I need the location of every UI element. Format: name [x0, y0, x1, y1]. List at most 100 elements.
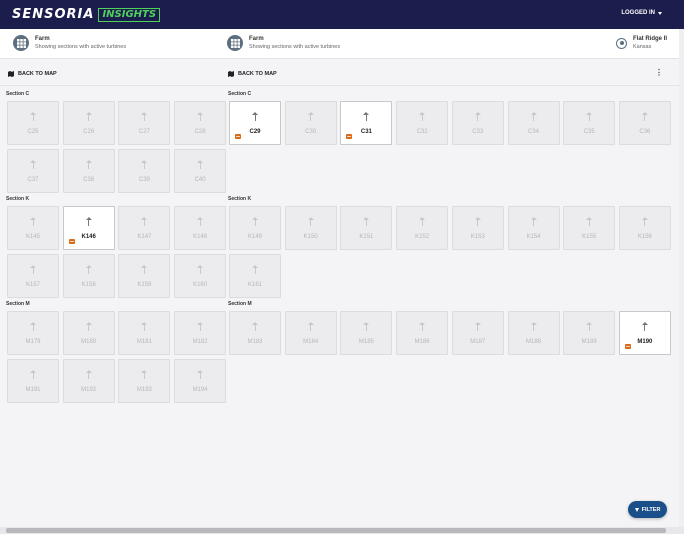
turbine-tile-m182[interactable]: M182: [174, 311, 227, 355]
turbine-tile-k151[interactable]: K151: [340, 206, 393, 250]
turbine-tile-c25[interactable]: C25: [7, 101, 59, 145]
farm-info-left: Farm Showing sections with active turbin…: [13, 35, 126, 51]
chevron-down-icon: [658, 11, 662, 15]
wind-turbine-icon: [141, 159, 148, 169]
turbine-tile-k161[interactable]: K161: [229, 254, 281, 298]
turbine-tile-c29[interactable]: C29: [229, 101, 281, 145]
map-icon: [8, 71, 14, 77]
wind-turbine-icon: [197, 216, 204, 226]
wind-turbine-icon: [197, 264, 204, 274]
filter-label: FILTER: [641, 506, 661, 513]
turbine-id-label: K148: [193, 234, 208, 240]
vertical-scrollbar[interactable]: [679, 29, 684, 527]
turbine-id-label: C37: [27, 177, 39, 183]
divider: [0, 85, 684, 86]
turbine-id-label: M184: [303, 339, 319, 345]
section-label: Section C: [228, 91, 252, 97]
turbine-tile-k155[interactable]: K155: [563, 206, 616, 250]
turbine-tile-m186[interactable]: M186: [396, 311, 449, 355]
turbine-tile-m180[interactable]: M180: [62, 311, 115, 355]
brand-logo[interactable]: SENSORIA INSIGHTS: [12, 7, 161, 22]
turbine-tile-c38[interactable]: C38: [62, 149, 115, 193]
turbine-tile-c30[interactable]: C30: [284, 101, 337, 145]
turbine-tile-k145[interactable]: K145: [7, 206, 59, 250]
wind-turbine-icon: [197, 159, 204, 169]
turbine-tile-k149[interactable]: K149: [229, 206, 281, 250]
turbine-tile-c28[interactable]: C28: [174, 101, 227, 145]
turbine-id-label: K147: [137, 234, 152, 240]
turbine-tile-k160[interactable]: K160: [174, 254, 227, 298]
turbine-tile-m188[interactable]: M188: [507, 311, 560, 355]
turbine-tile-m193[interactable]: M193: [118, 359, 171, 403]
turbine-tile-m192[interactable]: M192: [62, 359, 115, 403]
turbine-tile-c35[interactable]: C35: [563, 101, 616, 145]
turbine-id-label: K149: [247, 234, 262, 240]
wind-turbine-icon: [85, 111, 92, 121]
turbine-tile-c31[interactable]: C31: [340, 101, 393, 145]
more-options-icon[interactable]: ⋮: [655, 69, 663, 77]
turbine-tile-c32[interactable]: C32: [396, 101, 449, 145]
turbine-tile-m194[interactable]: M194: [174, 359, 227, 403]
wind-turbine-icon: [586, 216, 593, 226]
turbine-id-label: K158: [81, 282, 96, 288]
turbine-tile-k153[interactable]: K153: [451, 206, 504, 250]
turbine-tile-c37[interactable]: C37: [7, 149, 59, 193]
turbine-id-label: K159: [137, 282, 152, 288]
user-menu-button[interactable]: LOGGED IN: [621, 10, 662, 16]
turbine-tile-m185[interactable]: M185: [340, 311, 393, 355]
filter-button[interactable]: FILTER: [628, 501, 667, 518]
turbine-id-label: M187: [470, 339, 486, 345]
turbine-id-label: C40: [194, 177, 206, 183]
turbine-tile-k148[interactable]: K148: [174, 206, 227, 250]
turbine-tile-m181[interactable]: M181: [118, 311, 171, 355]
wind-turbine-icon: [141, 369, 148, 379]
turbine-tile-k154[interactable]: K154: [507, 206, 560, 250]
turbine-tile-m187[interactable]: M187: [451, 311, 504, 355]
site-name: Flat Ridge II: [633, 36, 668, 42]
turbine-tile-c26[interactable]: C26: [62, 101, 115, 145]
turbine-tile-m190[interactable]: M190: [618, 311, 671, 355]
back-to-map-label: BACK TO MAP: [18, 71, 57, 77]
grid-icon: [227, 35, 243, 51]
wind-turbine-icon: [197, 369, 204, 379]
turbine-tile-k158[interactable]: K158: [62, 254, 115, 298]
turbine-tile-k156[interactable]: K156: [618, 206, 671, 250]
wind-turbine-icon: [141, 111, 148, 121]
back-to-map-button[interactable]: BACK TO MAP: [8, 71, 57, 77]
turbine-tile-m191[interactable]: M191: [7, 359, 59, 403]
turbine-tile-c33[interactable]: C33: [451, 101, 504, 145]
turbine-tile-c27[interactable]: C27: [118, 101, 171, 145]
wind-turbine-icon: [197, 321, 204, 331]
turbine-tile-k152[interactable]: K152: [396, 206, 449, 250]
wind-turbine-icon: [419, 111, 426, 121]
turbine-id-label: C25: [27, 129, 39, 135]
turbine-id-label: C28: [194, 129, 206, 135]
turbine-id-label: M183: [247, 339, 263, 345]
turbine-tile-c39[interactable]: C39: [118, 149, 171, 193]
turbine-tile-k150[interactable]: K150: [284, 206, 337, 250]
turbine-tile-m179[interactable]: M179: [7, 311, 59, 355]
turbine-tile-k147[interactable]: K147: [118, 206, 171, 250]
turbine-tile-c34[interactable]: C34: [507, 101, 560, 145]
turbine-tile-k159[interactable]: K159: [118, 254, 171, 298]
turbine-tile-m183[interactable]: M183: [229, 311, 281, 355]
turbine-id-label: C38: [83, 177, 95, 183]
turbine-tile-k157[interactable]: K157: [7, 254, 59, 298]
wind-turbine-icon: [85, 216, 92, 226]
horizontal-scrollbar[interactable]: [0, 527, 684, 534]
back-to-map-button[interactable]: BACK TO MAP: [228, 71, 277, 77]
section-label: Section K: [228, 196, 252, 202]
brand-insights-badge: INSIGHTS: [98, 7, 161, 22]
wind-turbine-icon: [530, 216, 537, 226]
turbine-tile-c36[interactable]: C36: [618, 101, 671, 145]
turbine-tile-m184[interactable]: M184: [284, 311, 337, 355]
horizontal-scrollbar-thumb[interactable]: [6, 528, 666, 533]
turbine-tile-k146[interactable]: K146: [62, 206, 115, 250]
turbine-id-label: M191: [25, 387, 41, 393]
wind-turbine-icon: [197, 111, 204, 121]
turbine-id-label: M179: [25, 339, 41, 345]
wind-turbine-icon: [641, 111, 648, 121]
turbine-tile-c40[interactable]: C40: [174, 149, 227, 193]
turbine-tile-m189[interactable]: M189: [563, 311, 616, 355]
wind-turbine-icon: [363, 111, 370, 121]
